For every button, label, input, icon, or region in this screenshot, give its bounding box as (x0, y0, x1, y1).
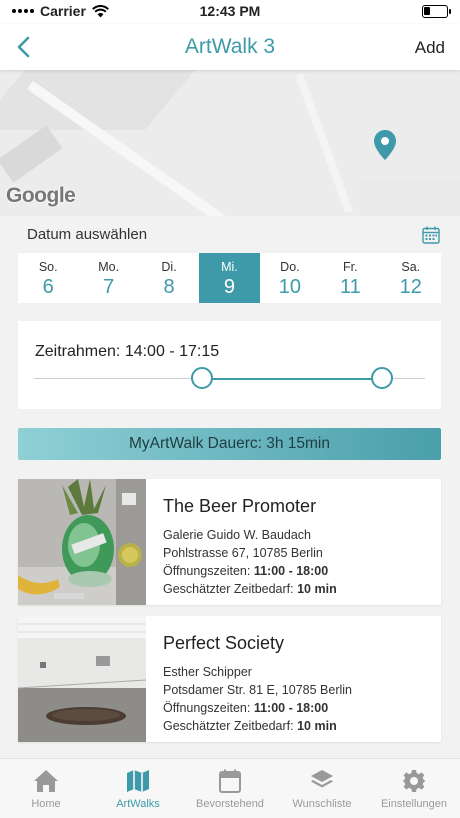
tab-wunschliste[interactable]: Wunschliste (276, 759, 368, 818)
status-bar: Carrier 12:43 PM (0, 0, 460, 24)
day-date: 7 (103, 276, 115, 298)
gear-icon (368, 767, 460, 795)
card-title: Perfect Society (163, 633, 285, 653)
day-date: 12 (399, 276, 422, 298)
opening-hours-label: Öffnungszeiten: (163, 564, 251, 578)
artwalk-card[interactable]: Perfect Society Esther Schipper Potsdame… (18, 616, 441, 742)
map-road (0, 125, 63, 183)
day-name: Di. (161, 260, 177, 274)
calendar-icon[interactable] (422, 226, 440, 244)
tab-label: Wunschliste (292, 798, 352, 810)
tab-label: Einstellungen (380, 798, 448, 810)
navigation-bar: ArtWalk 3 Add (0, 24, 460, 70)
card-address: Pohlstrasse 67, 10785 Berlin (163, 546, 323, 560)
day-date: 10 (278, 276, 302, 298)
day-date: 6 (42, 276, 54, 298)
tab-bevorstehend[interactable]: Bevorstehend (184, 759, 276, 818)
card-opening-hours: Öffnungszeiten: 11:00 - 18:00 (163, 701, 433, 715)
map-icon (92, 767, 184, 795)
opening-hours-label: Öffnungszeiten: (163, 701, 251, 715)
card-info: The Beer Promoter Galerie Guido W. Bauda… (163, 479, 433, 596)
map-area (360, 180, 460, 216)
map-view[interactable]: Google (0, 70, 460, 216)
day-2[interactable]: Di. 8 (139, 253, 199, 303)
card-gallery: Galerie Guido W. Baudach (163, 528, 311, 542)
slider-start-thumb[interactable] (191, 367, 214, 389)
day-0[interactable]: So. 6 (18, 253, 78, 303)
card-address: Potsdamer Str. 81 E, 10785 Berlin (163, 683, 352, 697)
day-4[interactable]: Do. 10 (260, 253, 320, 303)
tab-artwalks[interactable]: ArtWalks (92, 759, 184, 818)
day-1[interactable]: Mo. 7 (78, 253, 138, 303)
slider-track-active (202, 377, 382, 380)
page-title: ArtWalk 3 (184, 35, 276, 58)
opening-hours-value: 11:00 - 18:00 (253, 701, 329, 715)
artwork-image (18, 616, 146, 742)
card-estimated-time: Geschätzter Zeitbedarf: 10 min (163, 719, 433, 733)
tab-bar: Home ArtWalks Bevorstehend Wunschliste Einst… (0, 758, 460, 818)
card-title: The Beer Promoter (163, 496, 317, 516)
day-date: 9 (223, 276, 236, 298)
day-6[interactable]: Sa. 12 (381, 253, 441, 303)
map-area (0, 70, 196, 130)
artwalk-card[interactable]: The Beer Promoter Galerie Guido W. Bauda… (18, 479, 441, 605)
card-estimated-time: Geschätzter Zeitbedarf: 10 min (163, 582, 433, 596)
day-date: 11 (339, 276, 361, 298)
day-name: Fr. (343, 260, 358, 274)
duration-banner: MyArtWalk Dauerc: 3h 15min (18, 428, 441, 460)
tab-label: Bevorstehend (196, 798, 264, 810)
time-range-card: Zeitrahmen: 14:00 - 17:15 (18, 321, 441, 409)
day-name: Mi. (221, 260, 238, 274)
card-info: Perfect Society Esther Schipper Potsdame… (163, 616, 433, 733)
day-name: Sa. (401, 260, 421, 274)
day-name: Do. (280, 260, 300, 274)
location-pin-icon[interactable] (374, 130, 396, 160)
opening-hours-value: 11:00 - 18:00 (253, 564, 329, 578)
battery-icon (422, 5, 451, 18)
tab-label: ArtWalks (116, 798, 160, 810)
estimated-time-value: 10 min (297, 582, 337, 596)
google-logo: Google (6, 184, 76, 207)
time-range-label: Zeitrahmen: 14:00 - 17:15 (35, 343, 220, 360)
day-name: So. (38, 260, 58, 274)
day-5[interactable]: Fr. 11 (320, 253, 380, 303)
day-name: Mo. (98, 260, 120, 274)
map-road (295, 73, 353, 213)
tab-einstellungen[interactable]: Einstellungen (368, 759, 460, 818)
add-button[interactable]: Add (415, 38, 445, 58)
estimated-time-value: 10 min (297, 719, 337, 733)
artwork-image (18, 479, 146, 605)
estimated-time-label: Geschätzter Zeitbedarf: (163, 582, 294, 596)
home-icon (0, 767, 92, 795)
card-opening-hours: Öffnungszeiten: 11:00 - 18:00 (163, 564, 433, 578)
slider-end-thumb[interactable] (370, 367, 393, 389)
estimated-time-label: Geschätzter Zeitbedarf: (163, 719, 294, 733)
tab-label: Home (31, 798, 61, 810)
date-picker-label: Datum auswählen (27, 226, 148, 243)
tab-home[interactable]: Home (0, 759, 92, 818)
day-selector: So. 6 Mo. 7 Di. 8 Mi. 9 Do. 10 Fr. 11 Sa. 12 (18, 253, 441, 303)
calendar-icon (184, 767, 276, 795)
card-gallery: Esther Schipper (163, 665, 252, 679)
day-date: 8 (163, 276, 175, 298)
day-3[interactable]: Mi. 9 (199, 253, 260, 303)
status-time: 12:43 PM (199, 3, 261, 19)
layers-icon (276, 767, 368, 795)
